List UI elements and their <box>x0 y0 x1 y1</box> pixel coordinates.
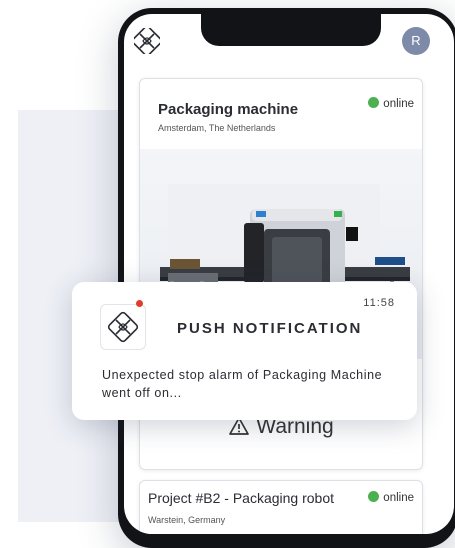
device-title: Project #B2 - Packaging robot <box>148 490 334 506</box>
device-location: Amsterdam, The Netherlands <box>158 123 276 133</box>
device-location: Warstein, Germany <box>148 515 226 525</box>
app-logo-icon <box>107 311 139 343</box>
unread-dot-icon <box>136 300 143 307</box>
status-label: online <box>383 492 414 504</box>
status-dot-icon <box>368 97 380 108</box>
notification-time: 11:58 <box>363 297 395 309</box>
notification-app-icon <box>100 304 146 350</box>
status-label: online <box>383 98 414 110</box>
status-dot-icon <box>368 491 380 502</box>
status-badge: online <box>368 491 414 504</box>
status-badge: online <box>368 97 414 110</box>
phone-screen: R Packaging machine Amsterdam, The Nethe… <box>124 14 454 534</box>
user-avatar[interactable]: R <box>402 27 430 55</box>
notification-body: Unexpected stop alarm of Packaging Machi… <box>102 368 383 400</box>
device-title: Packaging machine <box>158 101 299 118</box>
notification-title: PUSH NOTIFICATION <box>177 320 363 337</box>
device-card[interactable]: Project #B2 - Packaging robot online War… <box>139 480 423 534</box>
app-logo-icon[interactable] <box>134 28 160 54</box>
phone-notch <box>201 14 381 46</box>
push-notification[interactable]: 11:58 PUSH NOTIFICATION Unexpected stop … <box>72 282 417 420</box>
